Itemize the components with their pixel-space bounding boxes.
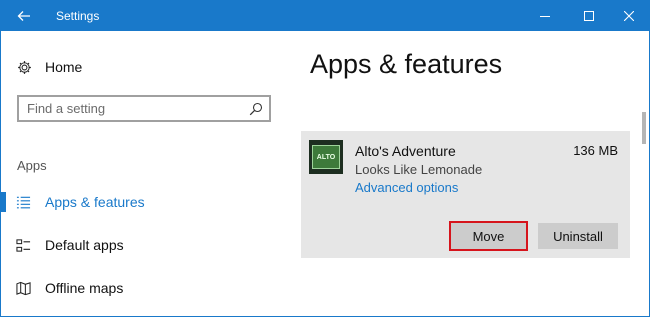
app-logo-text: ALTO bbox=[316, 153, 336, 161]
advanced-options-link[interactable]: Advanced options bbox=[355, 180, 458, 195]
app-size: 136 MB bbox=[573, 143, 618, 158]
list-icon bbox=[16, 196, 31, 208]
map-icon bbox=[16, 281, 31, 295]
page-title: Apps & features bbox=[310, 49, 503, 79]
default-apps-icon bbox=[16, 238, 31, 252]
sidebar-item-label: Apps & features bbox=[45, 194, 145, 210]
sidebar-item-offline-maps[interactable]: Offline maps bbox=[1, 271, 289, 305]
sidebar-item-apps-features[interactable]: Apps & features bbox=[1, 185, 289, 219]
sidebar: Home Apps Apps & features Default apps bbox=[1, 32, 289, 316]
back-arrow-icon bbox=[17, 11, 30, 21]
app-list-item[interactable]: ALTO Alto's Adventure Looks Like Lemonad… bbox=[301, 131, 630, 258]
gear-icon bbox=[18, 60, 31, 74]
search-icon[interactable] bbox=[249, 102, 263, 116]
minimize-icon bbox=[540, 16, 550, 17]
minimize-button[interactable] bbox=[522, 1, 568, 31]
app-name: Alto's Adventure bbox=[355, 143, 456, 159]
app-publisher: Looks Like Lemonade bbox=[355, 162, 483, 177]
close-icon bbox=[624, 11, 634, 21]
sidebar-item-label: Default apps bbox=[45, 237, 124, 253]
selection-indicator bbox=[1, 192, 6, 212]
sidebar-item-default-apps[interactable]: Default apps bbox=[1, 228, 289, 262]
back-button[interactable] bbox=[1, 1, 47, 31]
close-button[interactable] bbox=[606, 1, 649, 31]
search-box[interactable] bbox=[17, 95, 271, 122]
window-title: Settings bbox=[56, 9, 100, 23]
scrollbar[interactable] bbox=[641, 32, 649, 316]
sidebar-item-label: Offline maps bbox=[45, 280, 124, 296]
search-input[interactable] bbox=[19, 98, 249, 119]
title-bar: Settings bbox=[1, 1, 649, 31]
scrollbar-thumb[interactable] bbox=[642, 112, 646, 144]
home-nav[interactable]: Home bbox=[17, 56, 82, 78]
section-label: Apps bbox=[17, 158, 47, 173]
settings-window: Settings Home Find a setting Apps Apps &… bbox=[0, 0, 650, 317]
maximize-icon bbox=[584, 11, 594, 21]
uninstall-button[interactable]: Uninstall bbox=[538, 223, 618, 249]
move-button[interactable]: Move bbox=[449, 221, 528, 251]
app-thumbnail: ALTO bbox=[309, 140, 343, 174]
app-logo: ALTO bbox=[312, 145, 340, 169]
home-label: Home bbox=[45, 59, 83, 75]
